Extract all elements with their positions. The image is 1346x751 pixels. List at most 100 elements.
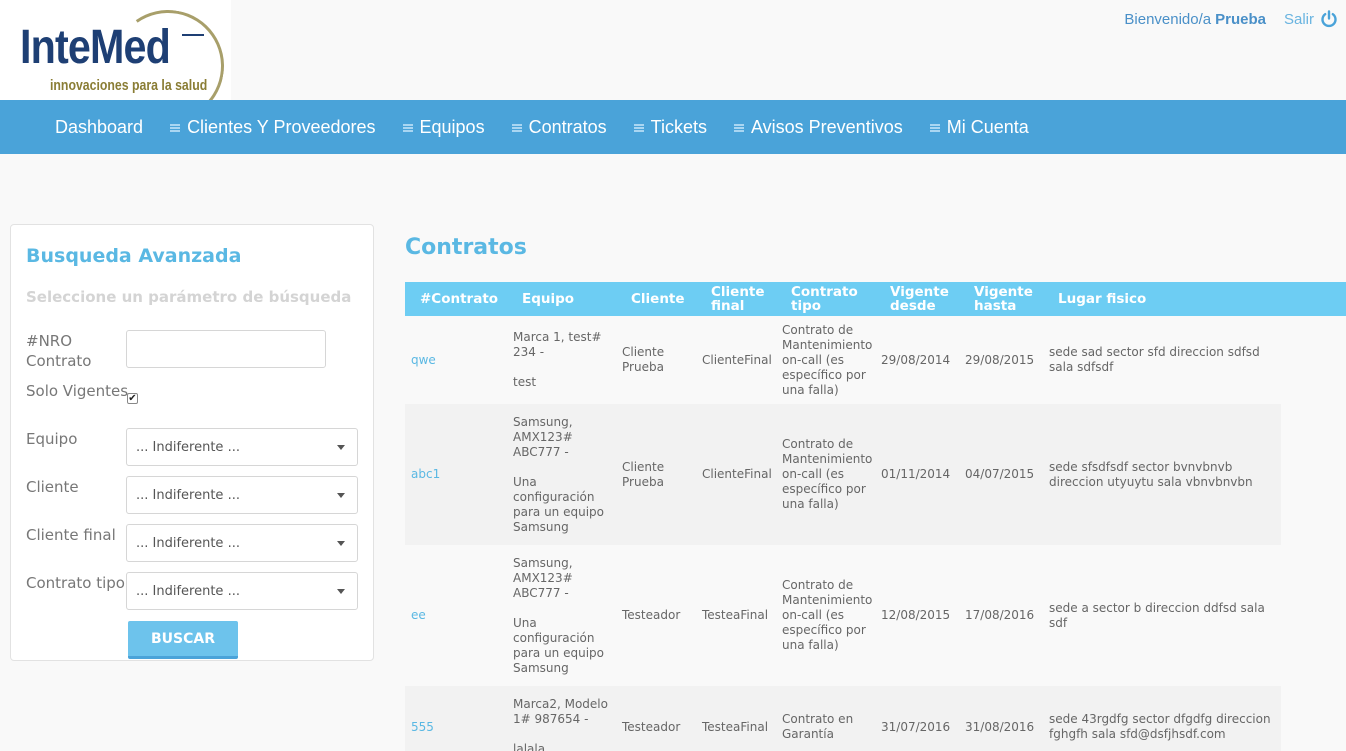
cliente-final-cell: ClienteFinal: [702, 352, 772, 367]
col-header-vigente-hasta[interactable]: Vigente hasta: [974, 282, 1034, 316]
equipo-select-value: ... Indiferente ...: [136, 439, 240, 455]
lugar-fisico-cell: sede 43rgdfg sector dfgdfg direccion fgh…: [1049, 712, 1271, 741]
caret-down-icon: [337, 493, 345, 498]
page-title: Contratos: [405, 235, 527, 260]
menu-icon: [170, 124, 181, 132]
table-row[interactable]: qwe Marca 1, test# 234 - test Cliente Pr…: [405, 316, 1281, 404]
table-row[interactable]: ee Samsung, AMX123# ABC777 - Una configu…: [405, 545, 1281, 686]
vigente-desde-cell: 12/08/2015: [881, 608, 951, 622]
menu-icon: [733, 124, 744, 132]
nav-avisos-preventivos[interactable]: Avisos Preventivos: [733, 116, 903, 138]
logo-dash: [182, 34, 204, 36]
equipo-cell: Samsung, AMX123# ABC777 - Una configurac…: [513, 404, 608, 545]
vigente-hasta-cell: 29/08/2015: [965, 352, 1035, 367]
nav-label: Contratos: [528, 116, 607, 137]
search-hint: Seleccione un parámetro de búsqueda: [26, 288, 352, 306]
main-nav: Dashboard Clientes Y Proveedores Equipos…: [0, 100, 1346, 154]
col-header-equipo[interactable]: Equipo: [522, 282, 574, 316]
nav-clientes-proveedores[interactable]: Clientes Y Proveedores: [170, 116, 376, 138]
nav-label: Mi Cuenta: [946, 116, 1029, 137]
nav-label: Clientes Y Proveedores: [187, 116, 376, 137]
contrato-id-link[interactable]: qwe: [411, 316, 436, 404]
nav-label: Avisos Preventivos: [750, 116, 903, 137]
logo-tagline: innovaciones para la salud: [50, 77, 208, 94]
col-header-contrato[interactable]: #Contrato: [420, 282, 498, 316]
check-icon: ✔: [128, 392, 137, 404]
nro-contrato-input[interactable]: [126, 330, 326, 368]
contrato-tipo-select-value: ... Indiferente ...: [136, 583, 240, 599]
search-title: Busqueda Avanzada: [26, 245, 242, 267]
col-header-contrato-tipo[interactable]: Contrato tipo: [791, 282, 866, 316]
equipo-desc: Una configuración para un equipo Samsung: [513, 474, 604, 534]
equipo-cell: Marca 1, test# 234 - test: [513, 316, 608, 404]
col-header-lugar-fisico[interactable]: Lugar fisico: [1058, 282, 1146, 316]
nav-tickets[interactable]: Tickets: [633, 116, 707, 138]
contrato-tipo-label: Contrato tipo: [26, 574, 125, 592]
col-header-cliente[interactable]: Cliente: [631, 282, 685, 316]
contrato-tipo-cell: Contrato de Mantenimiento on-call (es es…: [782, 578, 873, 652]
caret-down-icon: [337, 541, 345, 546]
cliente-final-select-value: ... Indiferente ...: [136, 535, 240, 551]
cliente-final-cell: TesteaFinal: [702, 608, 769, 622]
contratos-table: #Contrato Equipo Cliente Cliente final C…: [405, 282, 1346, 751]
cliente-final-cell: TesteaFinal: [702, 719, 769, 734]
menu-icon: [633, 124, 644, 132]
nav-equipos[interactable]: Equipos: [402, 116, 485, 138]
nav-contratos[interactable]: Contratos: [511, 116, 607, 138]
table-row[interactable]: 555 Marca2, Modelo 1# 987654 - lalala Te…: [405, 686, 1281, 751]
contrato-tipo-select[interactable]: ... Indiferente ...: [126, 572, 358, 610]
equipo-desc: test: [513, 375, 537, 389]
caret-down-icon: [337, 445, 345, 450]
welcome-text: Bienvenido/a: [1124, 10, 1212, 28]
buscar-button[interactable]: BUSCAR: [128, 621, 238, 659]
vigente-desde-cell: 31/07/2016: [881, 719, 951, 734]
cliente-select[interactable]: ... Indiferente ...: [126, 476, 358, 514]
intemed-logo[interactable]: InteMed innovaciones para la salud: [0, 0, 231, 100]
col-header-cliente-final[interactable]: Cliente final: [711, 282, 771, 316]
logo-name: InteMed: [20, 21, 171, 74]
vigente-desde-cell: 29/08/2014: [881, 352, 951, 367]
cliente-cell: Testeador: [622, 608, 681, 622]
equipo-name: Marca 1, test# 234 -: [513, 330, 602, 359]
nav-dashboard[interactable]: Dashboard: [55, 117, 143, 138]
nav-label: Equipos: [419, 116, 485, 137]
cliente-select-value: ... Indiferente ...: [136, 487, 240, 503]
user-bar: Bienvenido/a Prueba Salir: [1124, 10, 1338, 28]
contrato-id-link[interactable]: ee: [411, 545, 426, 686]
equipo-name: Samsung, AMX123# ABC777 -: [513, 555, 573, 600]
contrato-id-link[interactable]: 555: [411, 686, 434, 751]
caret-down-icon: [337, 589, 345, 594]
lugar-fisico-cell: sede a sector b direccion ddfsd sala sdf: [1049, 600, 1265, 630]
power-icon: [1321, 10, 1337, 28]
vigente-hasta-cell: 31/08/2016: [965, 719, 1035, 734]
contrato-tipo-cell: Contrato de Mantenimiento on-call (es es…: [782, 322, 873, 397]
nav-mi-cuenta[interactable]: Mi Cuenta: [929, 116, 1029, 138]
cliente-cell: Cliente Prueba: [622, 345, 665, 374]
table-row[interactable]: abc1 Samsung, AMX123# ABC777 - Una confi…: [405, 404, 1281, 545]
cliente-final-cell: ClienteFinal: [702, 467, 772, 481]
cliente-cell: Cliente Prueba: [622, 459, 665, 489]
equipo-cell: Samsung, AMX123# ABC777 - Una configurac…: [513, 545, 608, 686]
cliente-final-label: Cliente final: [26, 526, 116, 544]
equipo-label: Equipo: [26, 430, 78, 448]
contrato-id-link[interactable]: abc1: [411, 404, 440, 545]
cliente-final-select[interactable]: ... Indiferente ...: [126, 524, 358, 562]
equipo-desc: lalala: [513, 742, 546, 751]
menu-icon: [929, 124, 940, 132]
menu-icon: [511, 124, 522, 132]
vigente-hasta-cell: 17/08/2016: [965, 608, 1035, 622]
col-header-vigente-desde[interactable]: Vigente desde: [890, 282, 950, 316]
user-name: Prueba: [1215, 10, 1266, 28]
equipo-cell: Marca2, Modelo 1# 987654 - lalala: [513, 686, 608, 751]
equipo-select[interactable]: ... Indiferente ...: [126, 428, 358, 466]
lugar-fisico-cell: sede sad sector sfd direccion sdfsd sala…: [1049, 345, 1260, 374]
nav-label: Dashboard: [55, 116, 144, 137]
nav-label: Tickets: [650, 116, 707, 137]
contrato-tipo-cell: Contrato de Mantenimiento on-call (es es…: [782, 437, 873, 511]
solo-vigentes-checkbox[interactable]: ✔: [127, 393, 138, 404]
advanced-search-panel: Busqueda Avanzada Seleccione un parámetr…: [10, 224, 374, 661]
equipo-name: Marca2, Modelo 1# 987654 -: [513, 697, 608, 726]
logout-link[interactable]: Salir: [1284, 10, 1338, 28]
contrato-tipo-cell: Contrato en Garantía: [782, 712, 854, 741]
cliente-cell: Testeador: [622, 719, 681, 734]
